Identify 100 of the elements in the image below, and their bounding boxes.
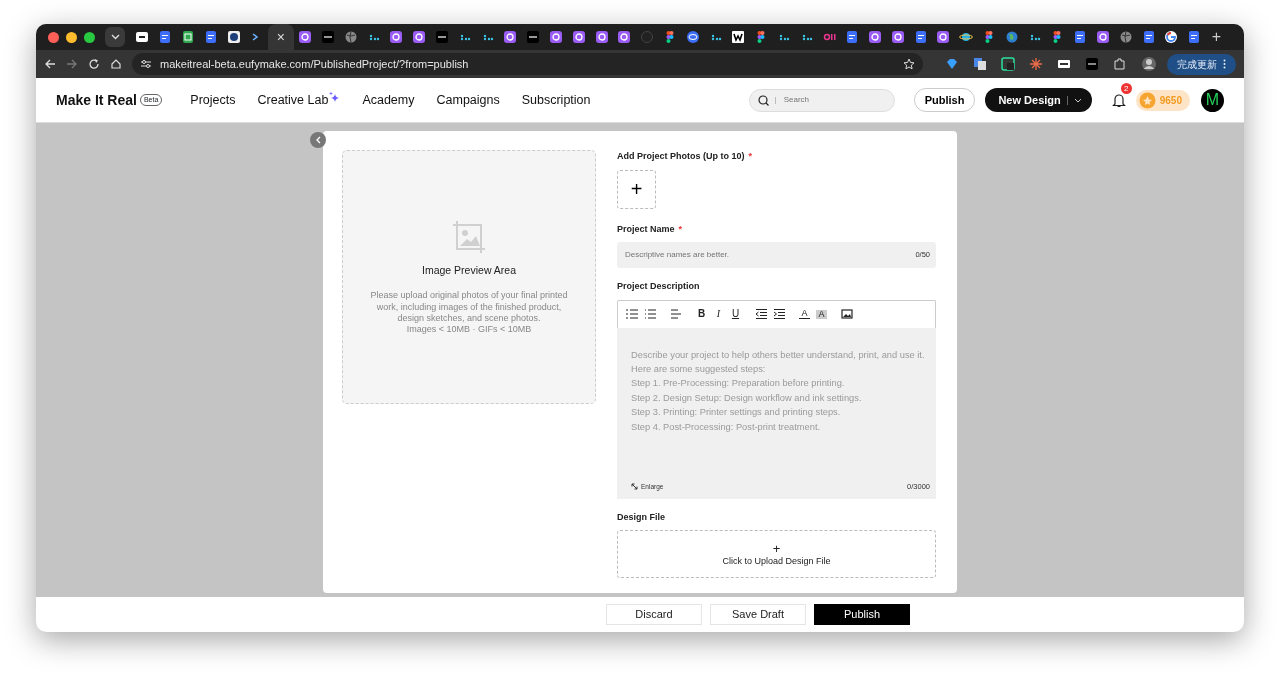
url-text: makeitreal-beta.eufymake.com/PublishedProject/?from=publish: [160, 56, 469, 72]
browser-tab[interactable]: ×: [267, 24, 294, 50]
add-photo-button[interactable]: +: [617, 169, 656, 209]
bullet-list-icon[interactable]: [644, 308, 656, 320]
caret-icon[interactable]: [1073, 97, 1082, 103]
collapse-button[interactable]: [310, 132, 326, 148]
bold-button[interactable]: B: [696, 309, 707, 319]
bell-icon[interactable]: [1111, 93, 1126, 109]
google-icon: [1164, 30, 1179, 44]
footer-button[interactable]: Discard: [606, 604, 702, 625]
planet-icon: [959, 30, 974, 44]
numbered-list-icon[interactable]: [626, 308, 638, 320]
coin-icon: [1138, 91, 1156, 109]
avatar[interactable]: M: [1201, 88, 1224, 112]
field-label: Project Description: [617, 280, 700, 293]
outdent-icon[interactable]: [755, 308, 767, 320]
file-size-limits: Images < 10MB · GIFs < 10MB: [406, 324, 532, 336]
close-window-button[interactable]: [48, 31, 59, 43]
nav-link[interactable]: Projects: [190, 90, 236, 110]
chevron-left-icon[interactable]: [315, 136, 321, 144]
description-field[interactable]: [617, 327, 936, 499]
nav-link[interactable]: Subscription: [521, 90, 591, 110]
document-icon: [845, 30, 860, 44]
expand-icon[interactable]: [631, 483, 638, 491]
new-design-button[interactable]: New Design: [985, 87, 1092, 113]
maximize-window-button[interactable]: [84, 31, 95, 43]
app-icon: [503, 30, 518, 44]
globe-icon: [1118, 30, 1133, 44]
document-icon: [1141, 30, 1156, 44]
upload-design-file-button[interactable]: + Click to Upload Design File: [617, 530, 936, 578]
required-mark: *: [748, 150, 753, 163]
app-icon: [890, 30, 905, 44]
blank-page-icon: [135, 30, 150, 44]
earth-icon: [1004, 30, 1019, 44]
app-icon: [412, 30, 427, 44]
logo-text[interactable]: Make It Real: [56, 89, 137, 111]
dark-app-icon[interactable]: [1085, 57, 1099, 71]
underline-button[interactable]: U: [730, 309, 741, 319]
spreadsheet-icon: [181, 30, 195, 44]
new-tab-button[interactable]: +: [1211, 29, 1221, 45]
nav-link[interactable]: Academy: [362, 90, 415, 110]
more-icon[interactable]: [1223, 59, 1226, 69]
document-icon: [1187, 30, 1202, 44]
globe-icon: [343, 30, 358, 44]
image-placeholder-icon: [451, 218, 487, 255]
app-icon: [389, 30, 404, 44]
indent-icon[interactable]: [773, 308, 785, 320]
required-mark: *: [678, 222, 683, 236]
preview-title: Image Preview Area: [422, 262, 516, 278]
footer-button[interactable]: Publish: [814, 604, 910, 625]
close-tab-button[interactable]: ×: [276, 30, 285, 44]
document-icon: [203, 30, 218, 44]
description-input[interactable]: Describe your project to help others better understand, print, and use it. Here are some suggested steps: Step 1. Pre-Processing: Preparation before printing. Step 2. Design Setup: Design workflow and ink settings. Step 3. Printing: Printer settings and printing steps. Step 4. Post-Processing: Post-print treatment.: [631, 347, 930, 482]
minimize-window-button[interactable]: [66, 31, 77, 43]
app-icon: [1096, 30, 1111, 44]
square-icon[interactable]: [1001, 57, 1015, 71]
app-icon: [548, 30, 563, 44]
reload-icon[interactable]: [88, 58, 100, 70]
update-button[interactable]: 完成更新: [1167, 53, 1236, 75]
app-icon: [868, 30, 883, 44]
field-label: Design File: [617, 510, 665, 524]
cat-icon: [640, 30, 655, 44]
badge-icon[interactable]: [1057, 57, 1071, 71]
eye-icon: [685, 30, 700, 44]
tab-search-button[interactable]: [105, 27, 125, 47]
back-icon[interactable]: [44, 58, 56, 70]
profile-icon[interactable]: [1141, 56, 1157, 72]
forward-icon[interactable]: [66, 58, 78, 70]
gem-icon[interactable]: [945, 57, 959, 71]
app-icon: [434, 30, 449, 44]
address-bar[interactable]: makeitreal-beta.eufymake.com/PublishedProject/?from=publish: [132, 53, 923, 75]
nav-link[interactable]: Creative Lab: [257, 90, 341, 110]
field-label: Project Name: [617, 222, 675, 236]
app-icon: [526, 30, 541, 44]
search-input[interactable]: Search: [781, 93, 882, 107]
puzzle-icon[interactable]: [1113, 57, 1127, 71]
nav-link[interactable]: Campaigns: [436, 90, 500, 110]
italic-button[interactable]: I: [713, 309, 724, 319]
app-icon: [571, 30, 586, 44]
name-input[interactable]: Descriptive names are better.: [623, 248, 916, 262]
align-left-icon[interactable]: [670, 308, 682, 320]
site-settings-icon[interactable]: [140, 58, 152, 70]
image-icon[interactable]: [841, 308, 853, 320]
document-icon: [158, 30, 173, 44]
app-icon: [594, 30, 609, 44]
notification-count: 2: [1120, 83, 1132, 94]
document-icon: [913, 30, 928, 44]
publish-button[interactable]: Publish: [913, 87, 976, 113]
footer-button[interactable]: Save Draft: [710, 604, 806, 625]
caret-icon[interactable]: [110, 34, 120, 40]
search-icon: [757, 94, 769, 106]
search-field[interactable]: Search: [748, 88, 895, 112]
burst-icon[interactable]: [1029, 57, 1043, 71]
app-icon: [936, 30, 951, 44]
highlight-button[interactable]: A: [816, 309, 827, 319]
font-color-button[interactable]: A: [799, 309, 810, 319]
star-icon[interactable]: [903, 58, 915, 70]
app-icon: [298, 30, 313, 44]
home-icon[interactable]: [110, 58, 122, 70]
translate-icon[interactable]: [973, 57, 987, 71]
